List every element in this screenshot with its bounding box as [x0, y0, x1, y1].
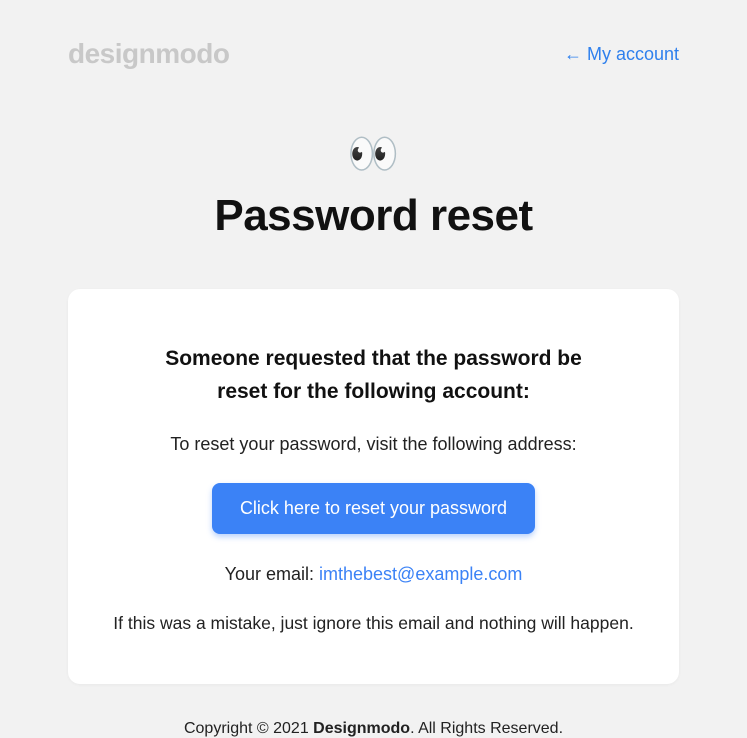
mistake-text: If this was a mistake, just ignore this …	[108, 613, 639, 634]
reset-password-button[interactable]: Click here to reset your password	[212, 483, 535, 534]
email-prefix: Your email:	[225, 564, 319, 584]
header: designmodo ← My account	[68, 38, 679, 70]
page-title: Password reset	[68, 191, 679, 241]
instructions-text: To reset your password, visit the follow…	[108, 434, 639, 455]
footer-suffix: . All Rights Reserved.	[410, 720, 563, 737]
hero: 👀 Password reset	[68, 130, 679, 241]
footer-brand: Designmodo	[313, 720, 410, 737]
eyes-icon: 👀	[68, 130, 679, 179]
my-account-link[interactable]: ← My account	[564, 44, 679, 65]
footer: Copyright © 2021 Designmodo. All Rights …	[68, 720, 679, 738]
card-heading-line2: reset for the following account:	[217, 380, 530, 403]
content-card: Someone requested that the password be r…	[68, 289, 679, 684]
email-link[interactable]: imthebest@example.com	[319, 564, 522, 584]
card-heading-line1: Someone requested that the password be	[165, 347, 582, 370]
logo: designmodo	[68, 38, 229, 70]
email-line: Your email: imthebest@example.com	[108, 564, 639, 585]
footer-prefix: Copyright © 2021	[184, 720, 313, 737]
page-container: designmodo ← My account 👀 Password reset…	[0, 0, 747, 738]
card-heading: Someone requested that the password be r…	[108, 343, 639, 408]
